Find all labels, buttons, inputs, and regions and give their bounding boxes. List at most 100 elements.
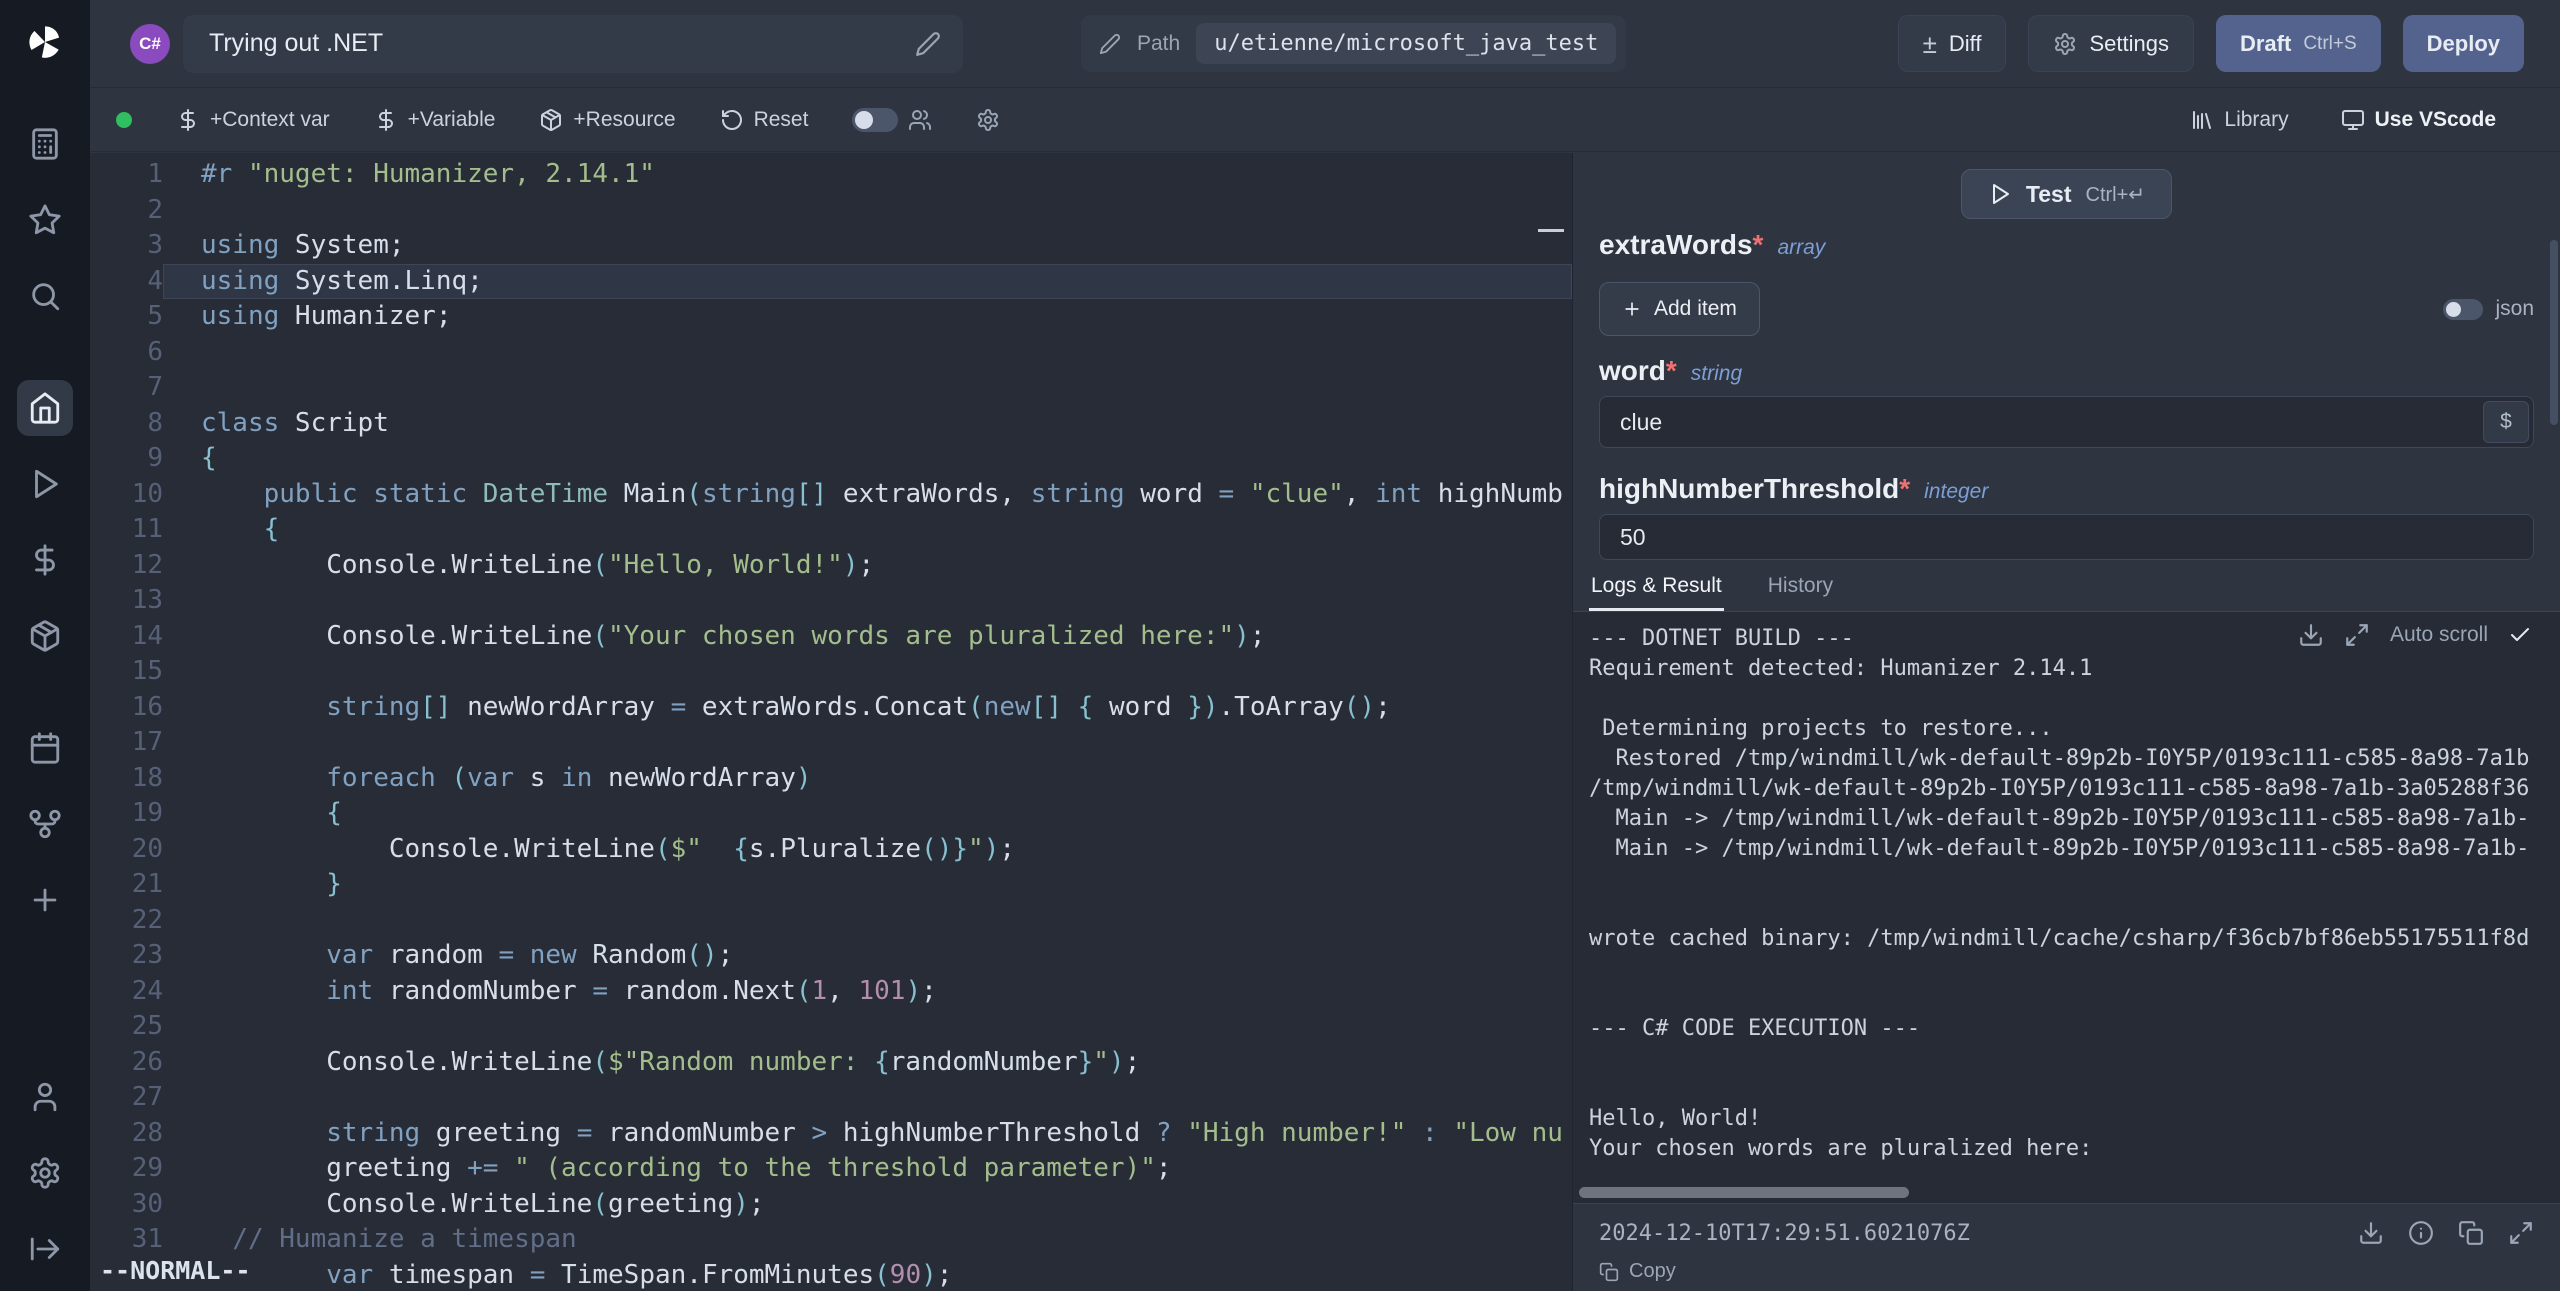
logs-output[interactable]: --- DOTNET BUILD ---Requirement detected… bbox=[1573, 612, 2560, 1203]
page-title: Trying out .NET bbox=[209, 29, 915, 58]
arg-type: integer bbox=[1924, 480, 1988, 504]
copy-label: Copy bbox=[1629, 1260, 1676, 1283]
auto-scroll-label[interactable]: Auto scroll bbox=[2390, 623, 2488, 647]
code-line: 16 string[] newWordArray = extraWords.Co… bbox=[90, 690, 1572, 726]
log-line: --- C# CODE EXECUTION --- bbox=[1589, 1014, 2560, 1044]
sidebar-item-search[interactable] bbox=[17, 268, 73, 324]
expand-result-icon[interactable] bbox=[2508, 1220, 2534, 1246]
sidebar-item-user[interactable] bbox=[17, 1069, 73, 1125]
result-timestamp: 2024-12-10T17:29:51.6021076Z bbox=[1599, 1221, 1970, 1246]
log-controls: Auto scroll bbox=[2298, 622, 2532, 648]
reset-button[interactable]: Reset bbox=[720, 108, 809, 132]
gear-icon bbox=[28, 1156, 62, 1190]
topbar: C# Trying out .NET Path u/etienne/micros… bbox=[90, 0, 2560, 88]
code-line: 26 Console.WriteLine($"Random number: {r… bbox=[90, 1045, 1572, 1081]
code-line: 27 bbox=[90, 1080, 1572, 1116]
download-result-icon[interactable] bbox=[2358, 1220, 2384, 1246]
variable-picker-button[interactable]: $ bbox=[2483, 401, 2529, 443]
settings-button[interactable]: Settings bbox=[2028, 15, 2194, 72]
json-toggle-group: json bbox=[2443, 297, 2534, 321]
copy-result-icon[interactable] bbox=[2458, 1220, 2484, 1246]
panel-scrollbar[interactable] bbox=[2550, 240, 2558, 425]
toolbar-right: Library Use VScode bbox=[2190, 108, 2496, 132]
overview-ruler-cursor bbox=[1538, 229, 1564, 232]
copy-icon bbox=[1599, 1262, 1619, 1282]
arg-word-header: word * string bbox=[1599, 355, 2534, 387]
add-item-button[interactable]: Add item bbox=[1599, 282, 1760, 336]
code-line: 12 Console.WriteLine("Hello, World!"); bbox=[90, 548, 1572, 584]
arg-name: word bbox=[1599, 355, 1666, 387]
top-actions: ± Diff Settings Draft Ctrl+S Deploy bbox=[1898, 15, 2524, 72]
json-toggle[interactable] bbox=[2443, 299, 2483, 320]
deploy-button[interactable]: Deploy bbox=[2403, 15, 2524, 72]
horizontal-scrollbar[interactable] bbox=[1579, 1187, 1909, 1198]
copy-row[interactable]: Copy bbox=[1599, 1260, 2534, 1283]
star-icon bbox=[28, 203, 62, 237]
edit-path-pencil-icon[interactable] bbox=[1099, 33, 1121, 55]
use-vscode-label: Use VScode bbox=[2375, 108, 2496, 132]
log-line bbox=[1589, 1074, 2560, 1104]
assistant-toggle[interactable] bbox=[852, 108, 898, 132]
library-label: Library bbox=[2224, 108, 2288, 132]
arg-name: extraWords bbox=[1599, 229, 1753, 261]
code-editor[interactable]: 1#r "nuget: Humanizer, 2.14.1"23using Sy… bbox=[90, 153, 1572, 1291]
sidebar-item-nodes[interactable] bbox=[17, 796, 73, 852]
windmill-logo-icon[interactable] bbox=[25, 22, 65, 62]
test-button[interactable]: Test Ctrl+↵ bbox=[1961, 169, 2172, 219]
add-variable-button[interactable]: +Variable bbox=[374, 108, 496, 132]
diff-label: Diff bbox=[1949, 31, 1982, 57]
code-line: 3using System; bbox=[90, 228, 1572, 264]
code-line: 23 var random = new Random(); bbox=[90, 938, 1572, 974]
gear-icon bbox=[2053, 32, 2077, 56]
script-title-box[interactable]: Trying out .NET bbox=[183, 15, 963, 73]
add-resource-button[interactable]: +Resource bbox=[539, 108, 675, 132]
deploy-label: Deploy bbox=[2427, 31, 2500, 57]
sidebar-item-calendar[interactable] bbox=[17, 720, 73, 776]
word-input[interactable] bbox=[1599, 396, 2534, 448]
arg-type: array bbox=[1777, 236, 1825, 260]
toolbar-gear-icon[interactable] bbox=[976, 108, 1000, 132]
edit-title-pencil-icon[interactable] bbox=[915, 31, 941, 57]
tab-logs-result[interactable]: Logs & Result bbox=[1589, 566, 1724, 611]
dollar-icon bbox=[176, 108, 200, 132]
home-icon bbox=[28, 391, 62, 425]
dollar-icon bbox=[28, 543, 62, 577]
vim-status: --NORMAL-- bbox=[90, 1254, 261, 1291]
draft-button[interactable]: Draft Ctrl+S bbox=[2216, 15, 2381, 72]
arrow-right-icon bbox=[28, 1232, 62, 1266]
log-line: Determining projects to restore... bbox=[1589, 714, 2560, 744]
sidebar-item-arrow-right[interactable] bbox=[17, 1221, 73, 1277]
sidebar-item-gear[interactable] bbox=[17, 1145, 73, 1201]
required-asterisk: * bbox=[1753, 229, 1764, 261]
sidebar-item-plus[interactable] bbox=[17, 872, 73, 928]
log-line: Main -> /tmp/windmill/wk-default-89p2b-I… bbox=[1589, 804, 2560, 834]
diff-icon: ± bbox=[1923, 31, 1937, 57]
diff-button[interactable]: ± Diff bbox=[1898, 15, 2007, 72]
auto-scroll-check-icon[interactable] bbox=[2508, 623, 2532, 647]
add-context-var-button[interactable]: +Context var bbox=[176, 108, 330, 132]
download-logs-icon[interactable] bbox=[2298, 622, 2324, 648]
sidebar-item-play[interactable] bbox=[17, 456, 73, 512]
windmill-app: C# Trying out .NET Path u/etienne/micros… bbox=[0, 0, 2560, 1291]
test-shortcut: Ctrl+↵ bbox=[2086, 182, 2146, 207]
library-button[interactable]: Library bbox=[2190, 108, 2288, 132]
expand-logs-icon[interactable] bbox=[2344, 622, 2370, 648]
draft-label: Draft bbox=[2240, 31, 2291, 57]
arg-type: string bbox=[1691, 362, 1742, 386]
arg-extrawords-header: extraWords * array bbox=[1599, 229, 2534, 261]
sidebar-item-dollar[interactable] bbox=[17, 532, 73, 588]
result-tabs: Logs & Result History bbox=[1573, 566, 2560, 612]
sidebar-item-calculator[interactable] bbox=[17, 116, 73, 172]
path-editor[interactable]: Path u/etienne/microsoft_java_test bbox=[1081, 15, 1626, 72]
info-icon[interactable] bbox=[2408, 1220, 2434, 1246]
calculator-icon bbox=[28, 127, 62, 161]
sidebar-item-package[interactable] bbox=[17, 608, 73, 664]
tab-history[interactable]: History bbox=[1766, 566, 1835, 611]
result-actions bbox=[2358, 1220, 2534, 1246]
sidebar-item-star[interactable] bbox=[17, 192, 73, 248]
package-icon bbox=[28, 619, 62, 653]
add-item-label: Add item bbox=[1654, 297, 1737, 321]
use-vscode-button[interactable]: Use VScode bbox=[2341, 108, 2496, 132]
threshold-input[interactable] bbox=[1599, 514, 2534, 560]
sidebar-item-home[interactable] bbox=[17, 380, 73, 436]
